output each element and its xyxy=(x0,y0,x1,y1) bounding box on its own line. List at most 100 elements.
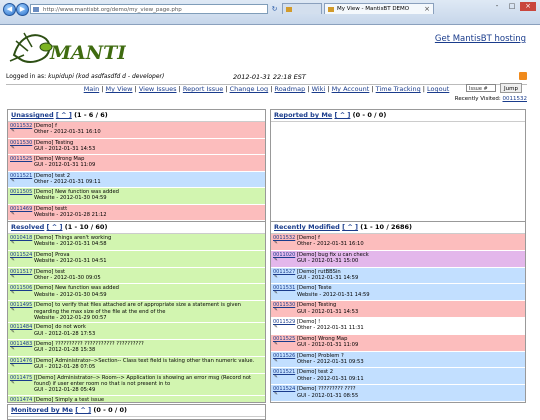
edit-pencil-icon[interactable]: ✎ xyxy=(11,180,17,183)
edit-pencil-icon[interactable]: ✎ xyxy=(274,276,280,279)
issue-meta: Other - 2012-01-30 09:05 xyxy=(34,275,265,281)
recent-nav-link[interactable]: [ ^ ] xyxy=(342,223,358,231)
edit-pencil-icon[interactable]: ✎ xyxy=(274,259,280,262)
resolved-title-link[interactable]: Resolved xyxy=(11,223,44,231)
menu-my-view[interactable]: My View xyxy=(106,85,133,93)
reported-nav-link[interactable]: [ ^ ] xyxy=(334,111,350,119)
issue-row[interactable]: 0011532✎[Demo] fOther - 2012-01-31 16:10 xyxy=(8,122,265,139)
issue-row[interactable]: 0011526✎[Demo] Problem ?Other - 2012-01-… xyxy=(271,352,525,369)
menu-roadmap[interactable]: Roadmap xyxy=(274,85,305,93)
recent-title-link[interactable]: Recently Modified xyxy=(274,223,340,231)
issue-row[interactable]: 0011530✎[Demo] TestingGUI - 2012-01-31 1… xyxy=(8,139,265,156)
issue-row[interactable]: 0011469✎[Demo] testtWebsite - 2012-01-28… xyxy=(8,205,265,222)
issue-meta: Website - 2012-01-31 04:58 xyxy=(34,241,265,247)
edit-pencil-icon[interactable]: ✎ xyxy=(11,309,17,312)
edit-pencil-icon[interactable]: ✎ xyxy=(11,331,17,334)
edit-pencil-icon[interactable]: ✎ xyxy=(274,393,280,396)
edit-pencil-icon[interactable]: ✎ xyxy=(11,382,17,385)
menu-main[interactable]: Main xyxy=(84,85,100,93)
issue-row[interactable]: 0010418✎[Demo] Things aren't workingWebs… xyxy=(8,234,265,251)
refresh-icon[interactable]: ↻ xyxy=(270,5,279,13)
issue-id-link[interactable]: 0011469 xyxy=(10,206,32,212)
issue-row[interactable]: 0011527✎[Demo] rutBBSinGUI - 2012-01-31 … xyxy=(271,268,525,285)
menu-logout[interactable]: Logout xyxy=(427,85,449,93)
issue-meta: Website - 2012-01-29 00:57 xyxy=(34,315,265,321)
issue-id-link[interactable]: 0011521 xyxy=(10,173,32,179)
edit-pencil-icon[interactable]: ✎ xyxy=(11,292,17,295)
issue-id-link[interactable]: 0011525 xyxy=(10,156,32,162)
resolved-nav-link[interactable]: [ ^ ] xyxy=(47,223,63,231)
unassigned-nav-link[interactable]: [ ^ ] xyxy=(56,111,72,119)
menu-time-tracking[interactable]: Time Tracking xyxy=(376,85,421,93)
issue-row[interactable]: 0011495✎[Demo] to verify that files atta… xyxy=(8,301,265,323)
issue-row[interactable]: 0011524✎[Demo] ????????? ????GUI - 2012-… xyxy=(271,385,525,402)
issue-row[interactable]: 0011484✎[Demo] do not workGUI - 2012-01-… xyxy=(8,323,265,340)
tab-my-view[interactable]: My View - MantisBT DEMO × xyxy=(324,3,434,14)
edit-pencil-icon[interactable]: ✎ xyxy=(11,213,17,216)
address-bar[interactable]: http://www.mantisbt.org/demo/my_view_pag… xyxy=(30,4,268,14)
forward-icon[interactable]: ▶ xyxy=(16,3,29,16)
issue-summary: [Demo] testt xyxy=(34,205,265,212)
issue-summary: [[Demo] Administrator--> Room--> Applica… xyxy=(34,374,265,388)
issue-row[interactable]: 0011524✎[Demo] ProvaWebsite - 2012-01-31… xyxy=(8,251,265,268)
menu-wiki[interactable]: Wiki xyxy=(312,85,326,93)
unassigned-title-link[interactable]: Unassigned xyxy=(11,111,54,119)
rss-icon[interactable] xyxy=(519,72,527,80)
monitored-title-link[interactable]: Monitored by Me xyxy=(11,406,73,414)
issue-row[interactable]: 0011525✎[Demo] Wrong MapGUI - 2012-01-31… xyxy=(271,335,525,352)
edit-pencil-icon[interactable]: ✎ xyxy=(11,130,17,133)
mantis-logo[interactable]: MANTIS xyxy=(6,27,126,73)
edit-pencil-icon[interactable]: ✎ xyxy=(274,376,280,379)
edit-pencil-icon[interactable]: ✎ xyxy=(11,348,17,351)
issue-row[interactable]: 0011521✎[Demo] test 2Other - 2012-01-31 … xyxy=(271,368,525,385)
reported-title-link[interactable]: Reported by Me xyxy=(274,111,332,119)
edit-pencil-icon[interactable]: ✎ xyxy=(274,242,280,245)
menu-change-log[interactable]: Change Log xyxy=(230,85,269,93)
issue-row[interactable]: 0011506✎[Demo] New function was addedWeb… xyxy=(8,284,265,301)
edit-pencil-icon[interactable]: ✎ xyxy=(274,292,280,295)
issue-row[interactable]: 0011020✎[Demo] bug fix u can checkGUI - … xyxy=(271,251,525,268)
edit-pencil-icon[interactable]: ✎ xyxy=(11,365,17,368)
issue-row[interactable]: 0011476✎[Demo] Administrator-->Section--… xyxy=(8,357,265,374)
monitored-nav-link[interactable]: [ ^ ] xyxy=(75,406,91,414)
issue-row[interactable]: 0011529✎[Demo] !Other - 2012-01-31 11:31 xyxy=(271,318,525,335)
get-hosting-link[interactable]: Get MantisBT hosting xyxy=(435,34,526,44)
issue-row[interactable]: 0011521✎[Demo] test 2Other - 2012-01-31 … xyxy=(8,172,265,189)
issue-meta: GUI - 2012-01-31 14:59 xyxy=(297,275,525,281)
edit-pencil-icon[interactable]: ✎ xyxy=(274,343,280,346)
menu-report-issue[interactable]: Report Issue xyxy=(183,85,223,93)
issue-id-link[interactable]: 0011505 xyxy=(10,189,32,195)
edit-pencil-icon[interactable]: ✎ xyxy=(274,309,280,312)
issue-meta: GUI - 2012-01-31 08:55 xyxy=(297,393,525,399)
edit-pencil-icon[interactable]: ✎ xyxy=(11,242,17,245)
edit-pencil-icon[interactable]: ✎ xyxy=(11,147,17,150)
issue-number-input[interactable]: Issue # xyxy=(466,84,496,92)
issue-row[interactable]: 0011505[Demo] New function was addedWebs… xyxy=(8,188,265,205)
jump-button[interactable]: Jump xyxy=(500,83,522,93)
minimize-button[interactable]: - xyxy=(490,2,504,11)
tab-close-icon[interactable]: × xyxy=(424,4,430,14)
edit-pencil-icon[interactable]: ✎ xyxy=(11,259,17,262)
issue-row[interactable]: 0011475✎[[Demo] Administrator--> Room-->… xyxy=(8,374,265,396)
edit-pencil-icon[interactable]: ✎ xyxy=(11,276,17,279)
tab-blank[interactable] xyxy=(282,3,322,14)
close-window-button[interactable]: × xyxy=(520,2,536,11)
edit-pencil-icon[interactable]: ✎ xyxy=(274,326,280,329)
issue-row[interactable]: 0011525[Demo] Wrong MapGUI - 2012-01-31 … xyxy=(8,155,265,172)
issue-row[interactable]: 0011483✎[Demo] ?????????? ??????????? ??… xyxy=(8,340,265,357)
back-icon[interactable]: ◀ xyxy=(3,3,16,16)
issue-meta: GUI - 2012-01-28 07:05 xyxy=(34,364,265,370)
issue-row[interactable]: 0011531✎[Demo] TesteWebsite - 2012-01-31… xyxy=(271,284,525,301)
login-info: Logged in as: kupidupi (kod asdfasdfd d … xyxy=(6,73,164,80)
issue-id-link[interactable]: 0011474 xyxy=(10,397,32,403)
issue-id-link[interactable]: 0011530 xyxy=(10,140,32,146)
issue-row[interactable]: 0011474✎[Demo] Simply a test issueGUI - … xyxy=(8,396,265,403)
issue-row[interactable]: 0011532✎[Demo] fOther - 2012-01-31 16:10 xyxy=(271,234,525,251)
recently-visited-link[interactable]: 0011532 xyxy=(503,96,528,102)
menu-view-issues[interactable]: View Issues xyxy=(139,85,177,93)
edit-pencil-icon[interactable]: ✎ xyxy=(274,360,280,363)
issue-row[interactable]: 0011517✎[Demo] testOther - 2012-01-30 09… xyxy=(8,268,265,285)
menu-my-account[interactable]: My Account xyxy=(332,85,370,93)
maximize-button[interactable]: □ xyxy=(505,2,519,11)
issue-row[interactable]: 0011530✎[Demo] TestingGUI - 2012-01-31 1… xyxy=(271,301,525,318)
